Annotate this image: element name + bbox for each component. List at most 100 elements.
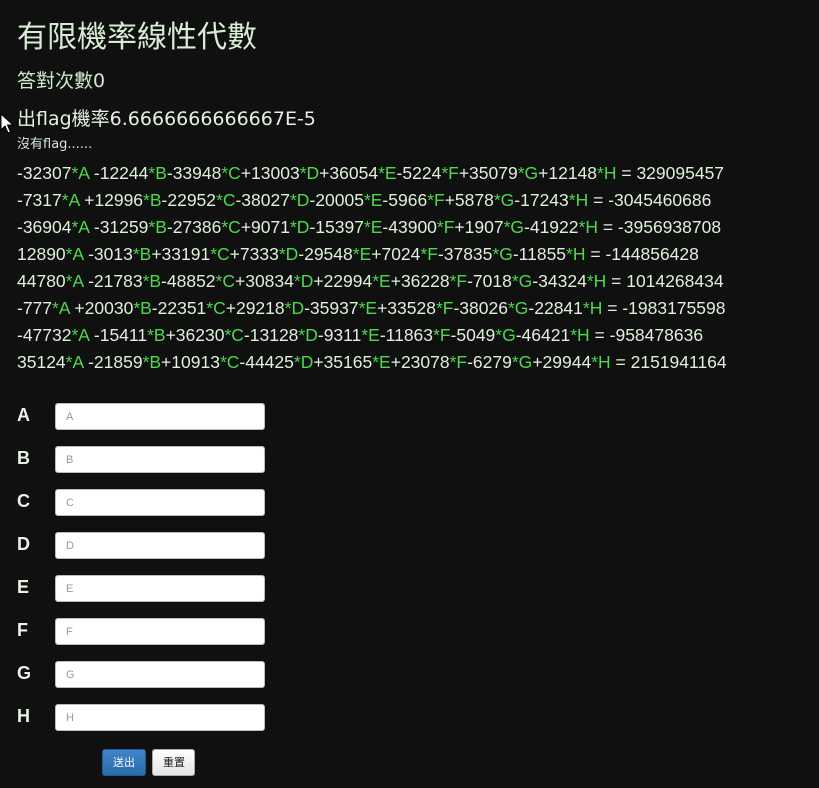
equation-equals: = (606, 271, 627, 291)
field-label: H (17, 706, 30, 726)
equation-variable: *D (293, 352, 314, 372)
equation-coefficient: -7018 (467, 271, 512, 291)
equation-variable: *G (511, 352, 533, 372)
answer-input-b[interactable] (55, 446, 265, 473)
equation-variable: *C (219, 352, 240, 372)
equation-variable: *E (372, 271, 391, 291)
equation-variable: *D (284, 298, 305, 318)
equation-variable: *F (435, 298, 454, 318)
equation-variable: *F (433, 325, 451, 345)
equation-variable: *C (216, 190, 236, 210)
answer-input-h[interactable] (55, 704, 265, 731)
equation-variable: *A (65, 352, 84, 372)
equation-variable: *A (71, 163, 90, 183)
equation-coefficient: +1907 (454, 217, 504, 237)
equation-coefficient: -9311 (317, 325, 362, 345)
field-label: G (17, 663, 32, 683)
correct-count: 答對次數0 (17, 70, 106, 92)
answer-input-c[interactable] (55, 489, 265, 516)
equation-coefficient: +36228 (390, 271, 450, 291)
equation-variable: *A (61, 190, 80, 210)
answer-input-a[interactable] (55, 403, 265, 430)
equation-variable: *B (142, 352, 162, 372)
equation-variable: *B (142, 271, 162, 291)
equation-variable: *G (517, 163, 539, 183)
equation-variable: *A (52, 298, 70, 318)
equation-row: -777*A +20030*B-22351*C+29218*D-35937*E+… (17, 295, 817, 322)
equation-result: -3956938708 (617, 217, 722, 237)
equation-coefficient: +36230 (165, 325, 225, 345)
equation-variable: *E (372, 352, 391, 372)
equation-coefficient: -5966 (382, 190, 428, 210)
equation-variable: *E (358, 298, 378, 318)
equation-coefficient: 12890 (17, 244, 66, 264)
equation-coefficient: -38026 (453, 298, 508, 318)
equation-result: 1014268434 (626, 271, 724, 291)
submit-button[interactable]: 送出 (102, 749, 146, 776)
equation-coefficient: -12244 (89, 163, 149, 183)
equation-coefficient: +5878 (444, 190, 494, 210)
equation-coefficient: +33191 (151, 244, 211, 264)
equation-row: 12890*A -3013*B+33191*C+7333*D-29548*E+7… (17, 241, 817, 268)
answer-input-g[interactable] (55, 661, 265, 688)
equation-variable: *H (578, 217, 598, 237)
answer-input-f[interactable] (55, 618, 265, 645)
answer-input-e[interactable] (55, 575, 265, 602)
equation-coefficient: -20005 (309, 190, 364, 210)
equation-equals: = (616, 163, 637, 183)
equation-coefficient: +35079 (458, 163, 518, 183)
equation-variable: *D (298, 325, 318, 345)
reset-button[interactable]: 重置 (152, 749, 196, 776)
form-buttons: 送出 重置 (102, 749, 197, 776)
equation-variable: *F (441, 163, 459, 183)
equation-variable: *A (65, 271, 84, 291)
equation-coefficient: +22994 (313, 271, 373, 291)
equation-row: 35124*A -21859*B+10913*C-44425*D+35165*E… (17, 349, 817, 376)
equation-variable: *C (221, 163, 241, 183)
equation-coefficient: -22841 (528, 298, 583, 318)
equation-result: -3045460686 (608, 190, 712, 210)
equation-equals: = (597, 217, 618, 237)
field-label: D (17, 534, 30, 554)
field-label: B (17, 448, 30, 468)
equation-coefficient: -7317 (17, 190, 62, 210)
equation-coefficient: -33948 (166, 163, 222, 183)
equation-variable: *D (289, 217, 310, 237)
equation-variable: *F (420, 244, 438, 264)
equation-variable: *H (597, 163, 617, 183)
equation-coefficient: -41922 (524, 217, 579, 237)
equation-variable: *G (493, 190, 515, 210)
equation-variable: *F (449, 352, 468, 372)
equation-coefficient: -777 (17, 298, 53, 318)
equation-variable: *B (132, 244, 152, 264)
equation-coefficient: -43900 (382, 217, 437, 237)
equation-coefficient: -31259 (89, 217, 149, 237)
equation-equals: = (589, 325, 610, 345)
equation-coefficient: +35165 (313, 352, 373, 372)
equation-coefficient: -37835 (437, 244, 493, 264)
page-title: 有限機率線性代數 (17, 20, 257, 55)
equation-variable: *C (210, 244, 230, 264)
equation-row: -47732*A -15411*B+36230*C-13128*D-9311*E… (17, 322, 817, 349)
equation-coefficient: -35937 (304, 298, 359, 318)
equation-variable: *D (278, 244, 299, 264)
equation-variable: *E (378, 163, 397, 183)
equation-coefficient: +13003 (240, 163, 300, 183)
field-label: A (17, 405, 30, 425)
equation-variable: *C (206, 298, 226, 318)
equation-result: -144856428 (605, 244, 699, 264)
equation-variable: *H (586, 271, 607, 291)
equation-coefficient: -21783 (83, 271, 143, 291)
equation-coefficient: +7333 (229, 244, 279, 264)
equation-row: -32307*A -12244*B-33948*C+13003*D+36054*… (17, 160, 817, 187)
equation-variable: *D (289, 190, 310, 210)
equation-coefficient: -3013 (83, 244, 133, 264)
equation-row: -36904*A -31259*B-27386*C+9071*D-15397*E… (17, 214, 817, 241)
equation-coefficient: -5049 (450, 325, 496, 345)
equation-variable: *E (352, 244, 372, 264)
equation-variable: *H (566, 244, 586, 264)
flag-status: 沒有flag...... (17, 137, 93, 152)
equation-variable: *C (221, 217, 241, 237)
answer-input-d[interactable] (55, 532, 265, 559)
equation-result: -958478636 (609, 325, 704, 345)
